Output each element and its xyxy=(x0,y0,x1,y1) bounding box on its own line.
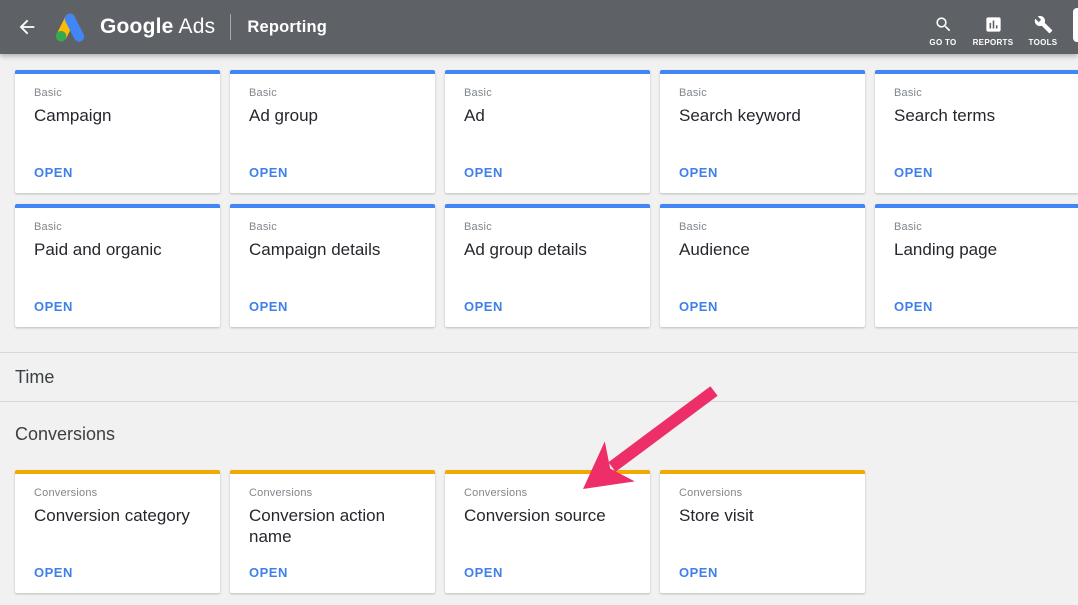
card-title: Ad xyxy=(464,106,485,125)
reporting-catalog: Basic Campaign OPEN Basic Ad group OPEN … xyxy=(0,54,1078,593)
open-link[interactable]: OPEN xyxy=(679,565,718,580)
report-card-conversion-category: Conversions Conversion category OPEN xyxy=(15,470,220,593)
card-category: Basic xyxy=(34,221,62,233)
report-card-landing-page: Basic Landing page OPEN xyxy=(875,204,1078,327)
card-category: Basic xyxy=(679,221,707,233)
brand-name: Google Ads xyxy=(100,15,215,39)
report-card-conversion-source: Conversions Conversion source OPEN xyxy=(445,470,650,593)
report-card-campaign: Basic Campaign OPEN xyxy=(15,70,220,193)
report-card-search-keyword: Basic Search keyword OPEN xyxy=(660,70,865,193)
card-title: Paid and organic xyxy=(34,240,162,259)
tools-label: TOOLS xyxy=(1028,38,1058,47)
report-card-ad-group-details: Basic Ad group details OPEN xyxy=(445,204,650,327)
header-divider xyxy=(230,14,232,40)
basic-cards-row-1: Basic Campaign OPEN Basic Ad group OPEN … xyxy=(0,70,1078,193)
reports-label: REPORTS xyxy=(972,38,1014,47)
card-title: Conversion action name xyxy=(249,506,386,546)
open-link[interactable]: OPEN xyxy=(249,165,288,180)
card-category: Conversions xyxy=(679,487,743,499)
card-title: Campaign xyxy=(34,106,112,125)
report-card-conversion-action-name: Conversions Conversion action name OPEN xyxy=(230,470,435,593)
report-card-ad-group: Basic Ad group OPEN xyxy=(230,70,435,193)
go-to-label: GO TO xyxy=(929,38,957,47)
card-title: Campaign details xyxy=(249,240,381,259)
report-card-paid-and-organic: Basic Paid and organic OPEN xyxy=(15,204,220,327)
arrow-back-icon xyxy=(19,19,35,35)
reports-icon xyxy=(985,17,1001,32)
open-link[interactable]: OPEN xyxy=(34,299,73,314)
open-link[interactable]: OPEN xyxy=(464,165,503,180)
card-category: Basic xyxy=(894,87,922,99)
card-category: Basic xyxy=(464,221,492,233)
report-card-store-visit: Conversions Store visit OPEN xyxy=(660,470,865,593)
card-category: Conversions xyxy=(249,487,313,499)
tools-icon xyxy=(1034,15,1052,34)
open-link[interactable]: OPEN xyxy=(679,165,718,180)
top-app-bar: Google Ads Reporting GO TO REPORTS TOOLS xyxy=(0,0,1078,54)
section-header-time[interactable]: Time xyxy=(0,352,1078,402)
google-ads-logo-icon xyxy=(49,9,91,45)
card-title: Store visit xyxy=(679,506,754,525)
card-category: Basic xyxy=(894,221,922,233)
open-link[interactable]: OPEN xyxy=(34,565,73,580)
report-card-audience: Basic Audience OPEN xyxy=(660,204,865,327)
card-category: Conversions xyxy=(34,487,98,499)
time-section-label: Time xyxy=(15,367,55,387)
report-card-search-terms: Basic Search terms OPEN xyxy=(875,70,1078,193)
go-to-button[interactable]: GO TO xyxy=(918,7,968,47)
card-category: Basic xyxy=(249,221,277,233)
card-category: Basic xyxy=(249,87,277,99)
conversions-cards-row: Conversions Conversion category OPEN Con… xyxy=(0,470,1078,593)
open-link[interactable]: OPEN xyxy=(464,299,503,314)
basic-cards-row-2: Basic Paid and organic OPEN Basic Campai… xyxy=(0,204,1078,327)
report-card-ad: Basic Ad OPEN xyxy=(445,70,650,193)
conversions-section-label: Conversions xyxy=(15,424,116,444)
card-title: Audience xyxy=(679,240,750,259)
card-title: Ad group details xyxy=(464,240,587,259)
reports-button[interactable]: REPORTS xyxy=(968,7,1018,47)
search-icon xyxy=(935,17,950,32)
card-title: Search keyword xyxy=(679,106,801,125)
card-category: Basic xyxy=(679,87,707,99)
brand-google: Google xyxy=(100,15,174,38)
card-category: Basic xyxy=(34,87,62,99)
card-title: Conversion source xyxy=(464,506,606,525)
page-title: Reporting xyxy=(247,17,328,36)
section-header-conversions: Conversions xyxy=(0,402,1078,445)
report-card-campaign-details: Basic Campaign details OPEN xyxy=(230,204,435,327)
open-link[interactable]: OPEN xyxy=(894,299,933,314)
back-button[interactable] xyxy=(10,10,44,44)
card-title: Ad group xyxy=(249,106,318,125)
brand-ads: Ads xyxy=(178,15,216,38)
open-link[interactable]: OPEN xyxy=(34,165,73,180)
open-link[interactable]: OPEN xyxy=(679,299,718,314)
tools-button[interactable]: TOOLS xyxy=(1018,7,1068,47)
header-edge-element[interactable] xyxy=(1073,8,1078,42)
open-link[interactable]: OPEN xyxy=(249,565,288,580)
open-link[interactable]: OPEN xyxy=(249,299,288,314)
card-title: Conversion category xyxy=(34,506,190,525)
open-link[interactable]: OPEN xyxy=(894,165,933,180)
card-category: Basic xyxy=(464,87,492,99)
header-nav: GO TO REPORTS TOOLS xyxy=(918,7,1078,47)
open-link[interactable]: OPEN xyxy=(464,565,503,580)
card-title: Search terms xyxy=(894,106,996,125)
card-title: Landing page xyxy=(894,240,998,259)
card-category: Conversions xyxy=(464,487,528,499)
